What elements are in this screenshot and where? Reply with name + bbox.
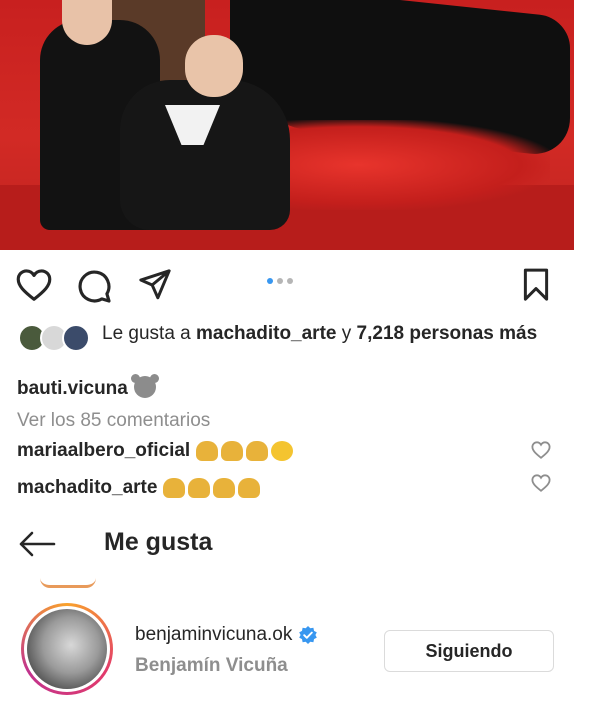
comment-like-icon[interactable] <box>531 441 551 459</box>
clap-emoji <box>246 441 269 461</box>
comment-username[interactable]: mariaalbero_oficial <box>17 440 190 462</box>
caption-username[interactable]: bauti.vicuna <box>17 378 128 399</box>
username-text[interactable]: benjaminvicuna.ok <box>135 624 292 646</box>
avatar <box>62 324 90 352</box>
carousel-dot <box>267 278 273 284</box>
koala-emoji <box>130 374 159 398</box>
carousel-indicator <box>267 278 293 284</box>
comment-like-icon[interactable] <box>531 474 551 492</box>
comment-row: mariaalbero_oficial <box>17 440 294 462</box>
carousel-dot <box>287 278 293 284</box>
user-row-username[interactable]: benjaminvicuna.ok <box>135 624 318 646</box>
story-ring-fragment <box>40 578 96 588</box>
carousel-dot <box>277 278 283 284</box>
raised-hands-emoji <box>163 478 186 498</box>
likes-user[interactable]: machadito_arte <box>196 323 336 344</box>
avatar-photo <box>27 609 107 689</box>
comment-icon[interactable] <box>76 268 112 304</box>
likes-count[interactable]: 7,218 personas <box>357 323 494 344</box>
bookmark-icon[interactable] <box>522 268 550 302</box>
likes-summary[interactable]: Le gusta a machadito_arte y 7,218 person… <box>102 321 552 346</box>
caption: bauti.vicuna <box>17 374 159 400</box>
liker-avatars[interactable] <box>18 324 98 352</box>
heart-icon[interactable] <box>16 268 52 302</box>
raised-hands-emoji <box>213 478 236 498</box>
heart-eyes-emoji <box>271 441 294 461</box>
avatar-ring <box>24 606 110 692</box>
back-arrow-icon[interactable] <box>18 531 56 557</box>
clap-emoji <box>196 441 219 461</box>
raised-hands-emoji <box>238 478 261 498</box>
likes-middle: y <box>336 323 357 344</box>
comment-row: machadito_arte <box>17 477 261 499</box>
page-title: Me gusta <box>104 528 213 556</box>
image-figure <box>185 35 243 97</box>
raised-hands-emoji <box>188 478 211 498</box>
post-image[interactable] <box>0 0 574 250</box>
send-icon[interactable] <box>137 268 173 302</box>
user-row-fullname: Benjamín Vicuña <box>135 655 288 676</box>
comment-username[interactable]: machadito_arte <box>17 477 157 499</box>
clap-emoji <box>221 441 244 461</box>
likes-suffix[interactable]: más <box>494 323 537 344</box>
verified-badge-icon <box>299 626 318 644</box>
image-figure <box>120 80 290 230</box>
view-comments-link[interactable]: Ver los 85 comentarios <box>17 410 210 432</box>
avatar[interactable] <box>21 603 113 695</box>
likes-prefix: Le gusta a <box>102 323 197 344</box>
following-button[interactable]: Siguiendo <box>384 630 554 672</box>
